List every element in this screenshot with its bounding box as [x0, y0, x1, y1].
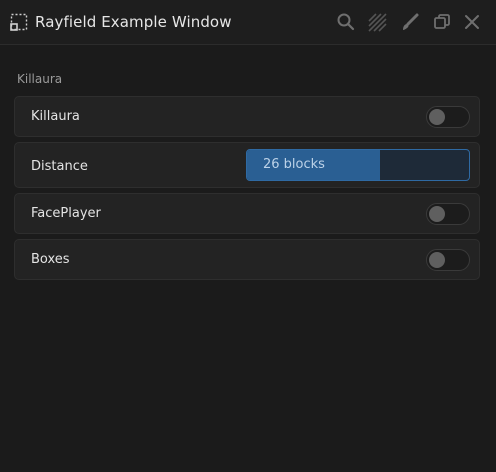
section-title: Killaura: [17, 72, 63, 86]
slider-value: 26 blocks: [263, 157, 325, 172]
distance-slider[interactable]: 26 blocks: [246, 149, 470, 181]
window-logo-icon: [9, 12, 29, 32]
window-title: Rayfield Example Window: [35, 13, 232, 31]
toggle-label: FacePlayer: [31, 206, 101, 221]
toggle-knob: [429, 252, 445, 268]
slider-label: Distance: [31, 159, 88, 174]
toggle-row-boxes[interactable]: Boxes: [14, 239, 480, 280]
close-icon[interactable]: [461, 11, 483, 33]
rayfield-window: Rayfield Example Window Killaura Killaur…: [0, 0, 496, 472]
toggle-label: Boxes: [31, 252, 70, 267]
toggle-knob: [429, 206, 445, 222]
killaura-toggle[interactable]: [426, 106, 470, 128]
theme-pattern-icon[interactable]: [366, 11, 388, 33]
toggle-label: Killaura: [31, 109, 80, 124]
slider-row-distance: Distance 26 blocks: [14, 142, 480, 188]
search-icon[interactable]: [335, 11, 357, 33]
faceplayer-toggle[interactable]: [426, 203, 470, 225]
toggle-row-faceplayer[interactable]: FacePlayer: [14, 193, 480, 234]
toggle-row-killaura[interactable]: Killaura: [14, 96, 480, 137]
boxes-toggle[interactable]: [426, 249, 470, 271]
title-bar[interactable]: Rayfield Example Window: [0, 0, 496, 45]
restore-icon[interactable]: [431, 11, 453, 33]
toggle-knob: [429, 109, 445, 125]
brush-icon[interactable]: [399, 11, 421, 33]
